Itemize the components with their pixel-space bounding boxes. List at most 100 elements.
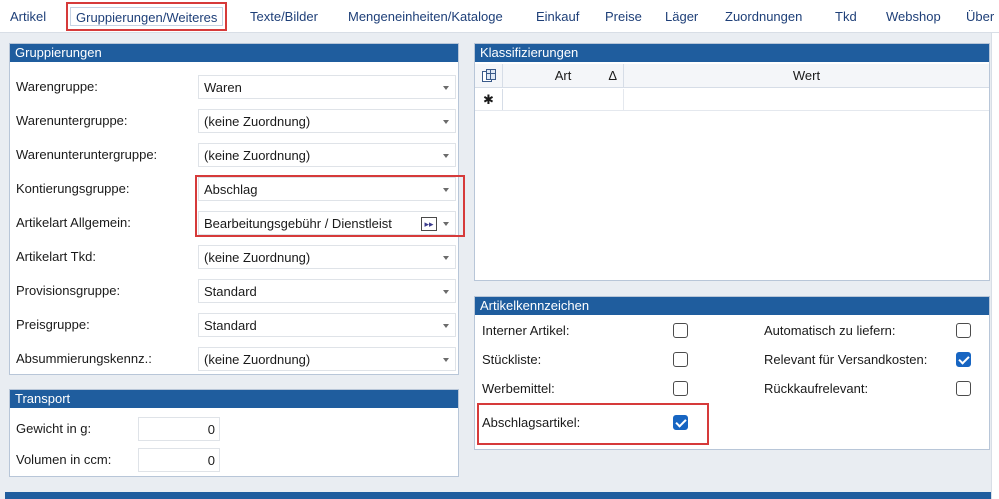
group-title: Artikelkennzeichen — [475, 297, 989, 315]
row-warenuntergruppe: Warenuntergruppe: (keine Zuordnung) — [10, 109, 460, 133]
artikelart-tkd-select[interactable]: (keine Zuordnung) — [198, 245, 456, 269]
grid-corner[interactable] — [475, 64, 503, 88]
field-label: Preisgruppe: — [16, 317, 90, 332]
select-value: (keine Zuordnung) — [204, 148, 311, 163]
select-value: Bearbeitungsgebühr / Dienstleist — [204, 216, 392, 231]
artikelart-allgemein-select[interactable]: Bearbeitungsgebühr / Dienstleist ▸▸ — [198, 211, 456, 235]
group-transport: Transport Gewicht in g: 0 Volumen in ccm… — [9, 389, 459, 477]
tab-tkd[interactable]: Tkd — [835, 8, 857, 26]
flag-label: Interner Artikel: — [482, 323, 570, 338]
chevron-down-icon[interactable] — [443, 256, 449, 260]
row-warengruppe: Warengruppe: Waren — [10, 75, 460, 99]
provisionsgruppe-select[interactable]: Standard — [198, 279, 456, 303]
gewicht-input[interactable]: 0 — [138, 417, 220, 441]
select-value: Waren — [204, 80, 242, 95]
tab-webshop[interactable]: Webshop — [886, 8, 941, 26]
grid-cell-wert[interactable] — [624, 89, 989, 110]
main-area: Gruppierungen Warengruppe: Waren Warenun… — [0, 33, 999, 499]
field-label: Volumen in ccm: — [16, 452, 112, 467]
field-label: Gewicht in g: — [16, 421, 92, 436]
chevron-down-icon[interactable] — [443, 358, 449, 362]
column-header-art[interactable]: Art Δ — [503, 64, 624, 88]
tab-bar: Artikel Gruppierungen/Weiteres Texte/Bil… — [0, 0, 999, 33]
flag-label: Rückkaufrelevant: — [764, 381, 869, 396]
select-value: (keine Zuordnung) — [204, 114, 311, 129]
field-label: Kontierungsgruppe: — [16, 181, 130, 196]
chevron-down-icon[interactable] — [443, 290, 449, 294]
input-value: 0 — [207, 422, 215, 437]
warengruppe-select[interactable]: Waren — [198, 75, 456, 99]
absummierungskennz-select[interactable]: (keine Zuordnung) — [198, 347, 456, 371]
jump-to-icon[interactable]: ▸▸ — [421, 217, 437, 231]
input-value: 0 — [207, 453, 215, 468]
tab-preise[interactable]: Preise — [605, 8, 642, 26]
grid-cell-art[interactable] — [503, 89, 624, 110]
group-title: Transport — [10, 390, 458, 408]
row-volumen: Volumen in ccm: 0 — [10, 448, 460, 472]
select-value: (keine Zuordnung) — [204, 250, 311, 265]
field-label: Absummierungskennz.: — [16, 351, 152, 366]
group-artikelkennzeichen: Artikelkennzeichen Interner Artikel: Stü… — [474, 296, 990, 450]
group-gruppierungen: Gruppierungen Warengruppe: Waren Warenun… — [9, 43, 465, 375]
chevron-down-icon[interactable] — [443, 188, 449, 192]
field-label: Warenuntergruppe: — [16, 113, 128, 128]
group-klassifizierungen: Klassifizierungen Art Δ Wert ✱ — [474, 43, 990, 281]
group-title: Gruppierungen — [10, 44, 458, 62]
field-label: Artikelart Allgemein: — [16, 215, 131, 230]
preisgruppe-select[interactable]: Standard — [198, 313, 456, 337]
chevron-down-icon[interactable] — [443, 120, 449, 124]
volumen-input[interactable]: 0 — [138, 448, 220, 472]
row-gewicht: Gewicht in g: 0 — [10, 417, 460, 441]
select-value: Standard — [204, 284, 257, 299]
grid-header: Art Δ Wert — [475, 64, 989, 88]
flag-label: Abschlagsartikel: — [482, 415, 581, 430]
chevron-down-icon[interactable] — [443, 324, 449, 328]
column-header-wert[interactable]: Wert — [624, 64, 989, 88]
vertical-scrollbar[interactable] — [991, 33, 999, 499]
tab-einkauf[interactable]: Einkauf — [536, 8, 579, 26]
row-artikelart-allgemein: Artikelart Allgemein: Bearbeitungsgebühr… — [10, 211, 460, 235]
rueckkaufrelevant-checkbox[interactable] — [956, 381, 971, 396]
group-title: Klassifizierungen — [475, 44, 989, 62]
grid-new-row[interactable]: ✱ — [475, 89, 989, 111]
kontierungsgruppe-select[interactable]: Abschlag — [198, 177, 456, 201]
warenuntergruppe-select[interactable]: (keine Zuordnung) — [198, 109, 456, 133]
tab-laeger[interactable]: Läger — [665, 8, 698, 26]
column-label: Art — [554, 68, 572, 83]
row-artikelart-tkd: Artikelart Tkd: (keine Zuordnung) — [10, 245, 460, 269]
tab-zuordnungen[interactable]: Zuordnungen — [725, 8, 802, 26]
column-label: Wert — [792, 68, 821, 83]
stueckliste-checkbox[interactable] — [673, 352, 688, 367]
chevron-down-icon[interactable] — [443, 222, 449, 226]
automatisch-zu-liefern-checkbox[interactable] — [956, 323, 971, 338]
row-provisionsgruppe: Provisionsgruppe: Standard — [10, 279, 460, 303]
tab-ueber[interactable]: Über — [966, 8, 994, 26]
select-value: Standard — [204, 318, 257, 333]
new-row-icon: ✱ — [475, 89, 503, 110]
flag-label: Automatisch zu liefern: — [764, 323, 896, 338]
select-value: (keine Zuordnung) — [204, 352, 311, 367]
interner-artikel-checkbox[interactable] — [673, 323, 688, 338]
flag-label: Stückliste: — [482, 352, 542, 367]
column-chooser-icon[interactable] — [481, 68, 497, 84]
tab-texte-bilder[interactable]: Texte/Bilder — [250, 8, 318, 26]
warenunteruntergruppe-select[interactable]: (keine Zuordnung) — [198, 143, 456, 167]
chevron-down-icon[interactable] — [443, 154, 449, 158]
werbemittel-checkbox[interactable] — [673, 381, 688, 396]
flag-label: Werbemittel: — [482, 381, 555, 396]
field-label: Warenunteruntergruppe: — [16, 147, 158, 162]
field-label: Warengruppe: — [16, 79, 98, 94]
field-label: Artikelart Tkd: — [16, 249, 96, 264]
next-group-header — [5, 492, 993, 499]
field-label: Provisionsgruppe: — [16, 283, 121, 298]
versandkosten-checkbox[interactable] — [956, 352, 971, 367]
tab-artikel[interactable]: Artikel — [10, 8, 46, 26]
row-warenunteruntergruppe: Warenunteruntergruppe: (keine Zuordnung) — [10, 143, 460, 167]
row-kontierungsgruppe: Kontierungsgruppe: Abschlag — [10, 177, 460, 201]
abschlagsartikel-checkbox[interactable] — [673, 415, 688, 430]
chevron-down-icon[interactable] — [443, 86, 449, 90]
tab-mengeneinheiten-kataloge[interactable]: Mengeneinheiten/Kataloge — [348, 8, 503, 26]
tab-gruppierungen-weiteres[interactable]: Gruppierungen/Weiteres — [66, 2, 228, 31]
flag-label: Relevant für Versandkosten: — [764, 352, 928, 367]
tab-label: Gruppierungen/Weiteres — [76, 10, 218, 25]
